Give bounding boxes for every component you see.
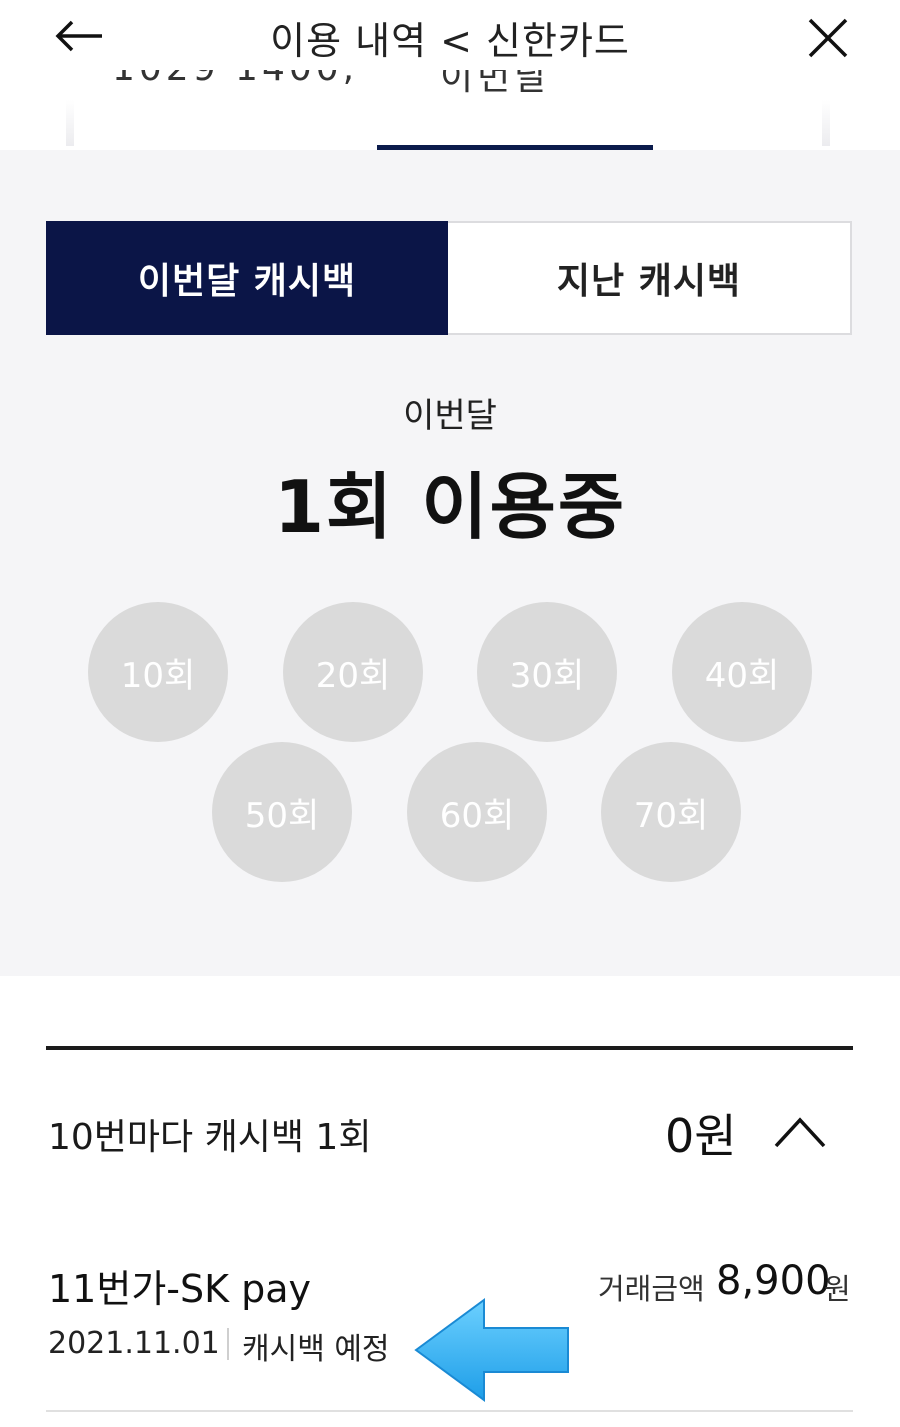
transaction-amount-label: 거래금액 — [598, 1272, 705, 1306]
tab-scroll-fade-right — [822, 100, 830, 146]
transaction-status: 캐시백 예정 — [242, 1332, 390, 1367]
tab-scroll-fade-left — [66, 100, 74, 146]
cashback-amount: 0원 — [665, 1109, 737, 1163]
cashback-rule-label: 10번마다 캐시백 1회 — [48, 1117, 372, 1158]
usage-count: 1회 이용중 — [273, 465, 627, 549]
past-cashback-tab[interactable]: 지난 캐시백 — [448, 223, 850, 333]
cashback-segment-control: 이번달 캐시백 지난 캐시백 — [46, 221, 852, 335]
milestone-badge: 30회 — [477, 602, 617, 742]
separator — [227, 1328, 229, 1360]
month-label: 이번달 — [403, 396, 497, 436]
transaction-amount-unit: 원 — [824, 1272, 851, 1306]
page-title: 이용 내역 < 신한카드 — [270, 19, 630, 63]
tab-strip: 1029 1400, 이번달 — [0, 70, 900, 110]
chevron-up-icon[interactable] — [772, 1112, 828, 1152]
milestone-badge: 60회 — [407, 742, 547, 882]
row-divider — [46, 1410, 853, 1412]
milestone-badge: 50회 — [212, 742, 352, 882]
transaction-date: 2021.11.01 — [48, 1326, 220, 1361]
this-month-cashback-tab[interactable]: 이번달 캐시백 — [46, 221, 448, 335]
cashback-panel: 이번달 캐시백 지난 캐시백 이번달 1회 이용중 10회 20회 30회 40… — [0, 150, 900, 976]
milestone-badge: 20회 — [283, 602, 423, 742]
tab-this-month[interactable]: 이번달 — [440, 70, 551, 100]
milestone-badge: 70회 — [601, 742, 741, 882]
milestone-badge: 10회 — [88, 602, 228, 742]
transaction-merchant: 11번가-SK pay — [48, 1267, 312, 1311]
milestone-badge: 40회 — [672, 602, 812, 742]
top-bar: 이용 내역 < 신한카드 1029 1400, 이번달 — [0, 0, 900, 152]
close-icon[interactable] — [804, 14, 852, 62]
arrow-left-pointer-icon — [414, 1298, 569, 1402]
transaction-amount: 8,900 — [716, 1258, 831, 1304]
section-divider — [46, 1046, 853, 1050]
tab-previous-month[interactable]: 1029 1400, — [112, 70, 358, 89]
